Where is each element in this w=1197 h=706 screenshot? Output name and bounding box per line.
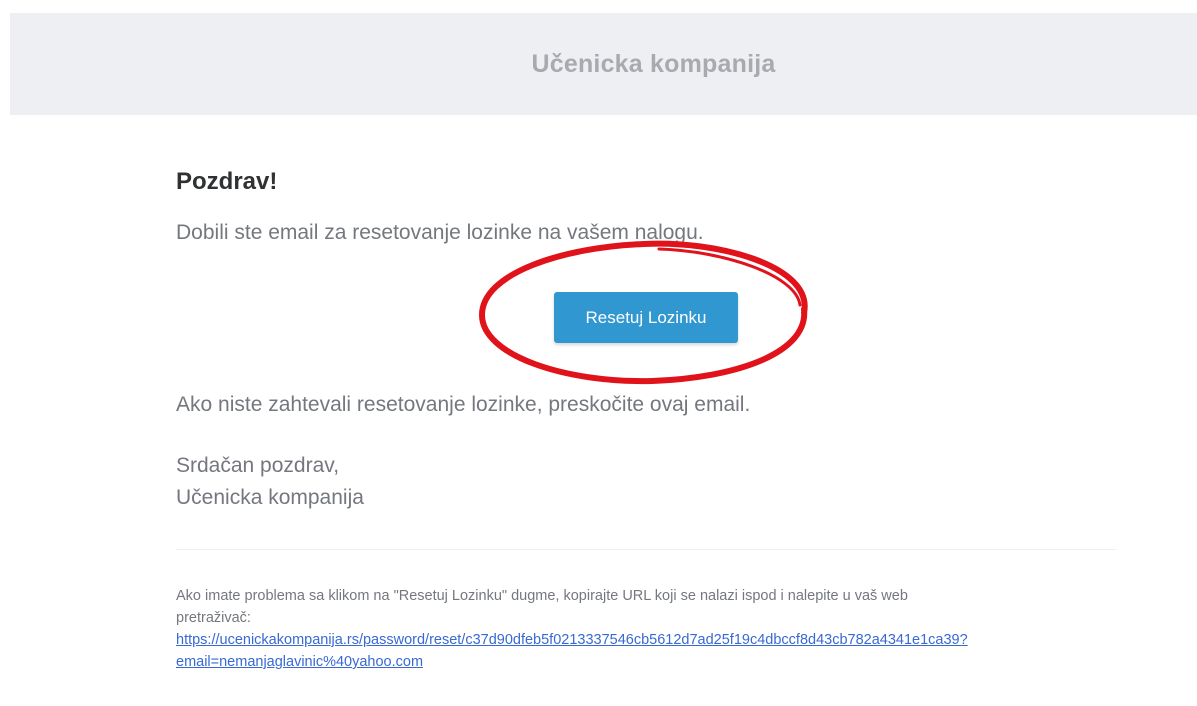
signoff-greeting: Srdačan pozdrav, (176, 454, 340, 477)
divider (176, 549, 1116, 550)
greeting-heading: Pozdrav! (176, 168, 278, 195)
email-header: Učenicka kompanija (10, 13, 1197, 115)
subcopy: Ako imate problema sa klikom na "Resetuj… (176, 585, 1136, 673)
reset-link-line2[interactable]: email=nemanjaglavinic%40yahoo.com (176, 654, 423, 670)
ignore-notice-text: Ako niste zahtevali resetovanje lozinke,… (176, 393, 751, 416)
signoff: Srdačan pozdrav, Učenicka kompanija (176, 450, 364, 514)
email-page: Učenicka kompanija Pozdrav! Dobili ste e… (0, 0, 1197, 706)
subcopy-text: Ako imate problema sa klikom na "Resetuj… (176, 588, 908, 604)
reset-password-button[interactable]: Resetuj Lozinku (554, 292, 738, 343)
reset-link-line1[interactable]: https://ucenickakompanija.rs/password/re… (176, 632, 968, 648)
header-title[interactable]: Učenicka kompanija (532, 50, 776, 79)
reset-link[interactable]: https://ucenickakompanija.rs/password/re… (176, 632, 968, 670)
signoff-sender: Učenicka kompanija (176, 486, 364, 509)
subcopy-text-cont: pretraživač: (176, 610, 251, 626)
intro-text: Dobili ste email za resetovanje lozinke … (176, 221, 704, 244)
